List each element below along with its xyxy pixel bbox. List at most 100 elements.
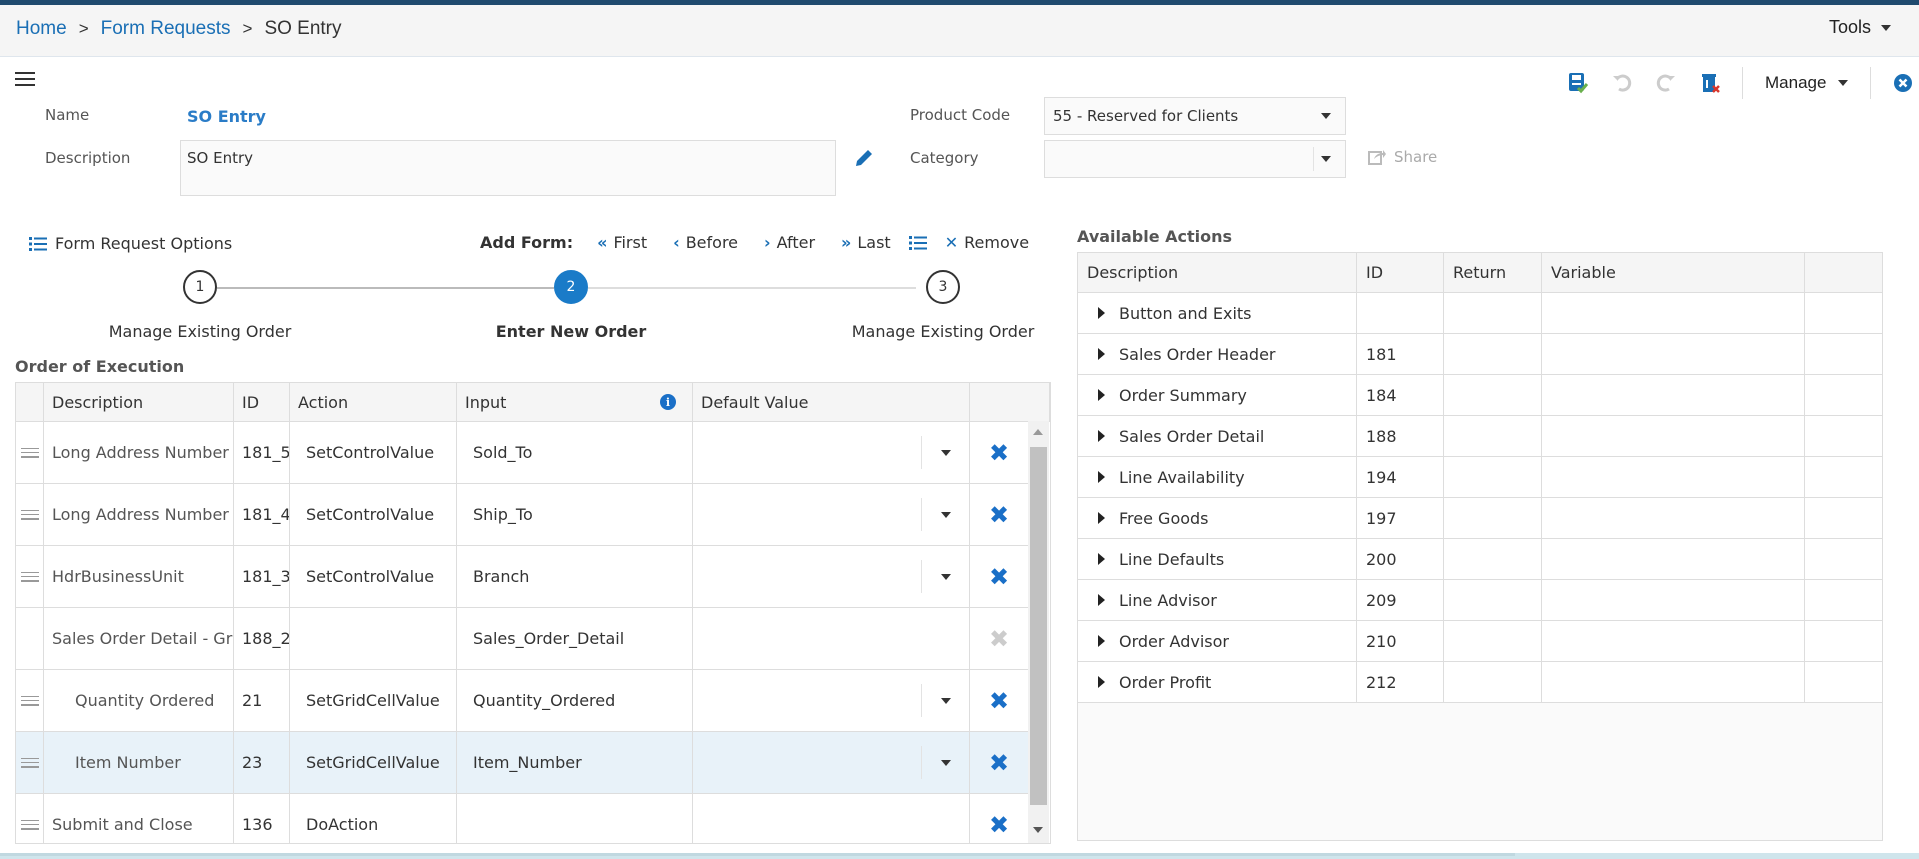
expand-triangle-icon[interactable] <box>1098 348 1105 360</box>
expand-triangle-icon[interactable] <box>1098 676 1105 688</box>
table-row[interactable]: Button and Exits <box>1078 293 1882 334</box>
table-row[interactable]: Long Address Number S181_51SetControlVal… <box>16 422 1028 484</box>
table-row[interactable]: Sales Order Detail - Grid188_20 Sales_Ord… <box>16 608 1028 670</box>
delete-row-icon[interactable]: ✖ <box>989 441 1009 465</box>
add-before-button[interactable]: ‹ Before <box>673 233 738 252</box>
table-row[interactable]: Free Goods 197 <box>1078 498 1882 539</box>
column-header-description[interactable]: Description <box>44 383 234 421</box>
default-value-cell[interactable] <box>693 484 970 545</box>
drag-handle-icon[interactable] <box>20 509 39 520</box>
drag-handle-icon[interactable] <box>20 447 39 458</box>
delete-row-icon[interactable]: ✖ <box>989 751 1009 775</box>
drag-handle-icon[interactable] <box>20 571 39 582</box>
default-value-cell[interactable] <box>693 608 970 669</box>
table-row[interactable]: HdrBusinessUnit181_35SetControlValue Bran… <box>16 546 1028 608</box>
table-row[interactable]: Submit and Close 136 DoAction ✖ <box>16 794 1028 843</box>
column-header-id[interactable]: ID <box>234 383 290 421</box>
scroll-thumb[interactable] <box>1030 447 1047 805</box>
input-cell[interactable]: Branch <box>457 546 693 607</box>
share-label: Share <box>1394 148 1438 166</box>
table-row[interactable]: Line Availability 194 <box>1078 457 1882 498</box>
delete-icon[interactable] <box>1698 71 1722 95</box>
hamburger-menu-icon[interactable] <box>15 72 35 86</box>
column-header-input[interactable]: Input i <box>457 383 693 421</box>
manage-menu-button[interactable]: Manage <box>1753 73 1860 93</box>
column-header-default-value[interactable]: Default Value <box>693 383 970 421</box>
default-value-cell[interactable] <box>693 546 970 607</box>
input-cell[interactable] <box>457 794 693 843</box>
column-header-id[interactable]: ID <box>1357 253 1444 292</box>
input-cell[interactable]: Quantity_Ordered <box>457 670 693 731</box>
drag-handle-icon[interactable] <box>20 757 39 768</box>
breadcrumb-form-requests[interactable]: Form Requests <box>101 18 231 40</box>
default-value-cell[interactable] <box>693 732 970 793</box>
expand-triangle-icon[interactable] <box>1098 635 1105 647</box>
default-value-dropdown[interactable] <box>921 684 969 717</box>
edit-pencil-icon[interactable] <box>852 146 876 174</box>
undo-icon[interactable] <box>1610 71 1634 95</box>
table-row[interactable]: Order Profit 212 <box>1078 662 1882 703</box>
delete-row-icon[interactable]: ✖ <box>989 503 1009 527</box>
add-last-button[interactable]: » Last <box>841 233 891 252</box>
column-header-return[interactable]: Return <box>1444 253 1542 292</box>
step-1[interactable]: 1 <box>183 270 217 304</box>
step-2[interactable]: 2 <box>554 270 588 304</box>
column-header-variable[interactable]: Variable <box>1542 253 1805 292</box>
delete-row-icon[interactable]: ✖ <box>989 813 1009 837</box>
add-after-button[interactable]: › After <box>764 233 815 252</box>
share-button[interactable]: Share <box>1368 148 1437 166</box>
default-value-cell[interactable] <box>693 794 970 843</box>
table-row[interactable]: Line Advisor 209 <box>1078 580 1882 621</box>
info-icon[interactable]: i <box>660 394 676 410</box>
input-cell[interactable]: Sold_To <box>457 422 693 483</box>
expand-triangle-icon[interactable] <box>1098 594 1105 606</box>
redo-icon[interactable] <box>1654 71 1678 95</box>
scroll-down-arrow[interactable] <box>1033 827 1043 833</box>
save-icon[interactable] <box>1566 71 1590 95</box>
default-value-dropdown[interactable] <box>921 746 969 779</box>
table-row[interactable]: Order Advisor 210 <box>1078 621 1882 662</box>
step-3[interactable]: 3 <box>926 270 960 304</box>
column-header-action[interactable]: Action <box>290 383 457 421</box>
expand-triangle-icon[interactable] <box>1098 512 1105 524</box>
form-list-button[interactable] <box>908 235 927 250</box>
column-header-description[interactable]: Description <box>1078 253 1357 292</box>
form-request-options-button[interactable]: Form Request Options <box>29 234 232 253</box>
expand-triangle-icon[interactable] <box>1098 430 1105 442</box>
drag-handle-icon[interactable] <box>20 695 39 706</box>
expand-triangle-icon[interactable] <box>1098 389 1105 401</box>
close-circle-icon[interactable] <box>1891 71 1915 95</box>
horizontal-scroll-thumb[interactable] <box>0 853 1515 856</box>
horizontal-scrollbar[interactable] <box>0 853 1919 859</box>
table-row[interactable]: Long Address Number S181_48SetControlVal… <box>16 484 1028 546</box>
table-row[interactable]: Line Defaults 200 <box>1078 539 1882 580</box>
delete-row-icon[interactable]: ✖ <box>989 565 1009 589</box>
table-row[interactable]: Order Summary 184 <box>1078 375 1882 416</box>
expand-triangle-icon[interactable] <box>1098 553 1105 565</box>
scroll-up-arrow[interactable] <box>1033 429 1043 435</box>
input-cell[interactable]: Ship_To <box>457 484 693 545</box>
table-row[interactable]: Item Number 23 SetGridCellValue Item_Number… <box>16 732 1028 794</box>
category-select[interactable] <box>1044 140 1346 178</box>
input-cell[interactable]: Item_Number <box>457 732 693 793</box>
table-row[interactable]: Sales Order Header 181 <box>1078 334 1882 375</box>
table-row[interactable]: Quantity Ordered 21 SetGridCellValue Quanti… <box>16 670 1028 732</box>
vertical-scrollbar[interactable] <box>1028 421 1049 843</box>
description-field[interactable]: SO Entry <box>180 140 836 196</box>
tools-menu-button[interactable]: Tools <box>1829 17 1892 38</box>
breadcrumb-home[interactable]: Home <box>16 18 67 40</box>
product-code-select[interactable]: 55 - Reserved for Clients <box>1044 97 1346 135</box>
delete-row-icon[interactable]: ✖ <box>989 689 1009 713</box>
input-cell[interactable]: Sales_Order_Detail <box>457 608 693 669</box>
table-row[interactable]: Sales Order Detail 188 <box>1078 416 1882 457</box>
default-value-cell[interactable] <box>693 670 970 731</box>
drag-handle-icon[interactable] <box>20 819 39 830</box>
add-first-button[interactable]: « First <box>597 233 647 252</box>
expand-triangle-icon[interactable] <box>1098 307 1105 319</box>
default-value-dropdown[interactable] <box>921 498 969 531</box>
default-value-dropdown[interactable] <box>921 560 969 593</box>
default-value-dropdown[interactable] <box>921 436 969 469</box>
remove-form-button[interactable]: ✕ Remove <box>945 233 1029 252</box>
expand-triangle-icon[interactable] <box>1098 471 1105 483</box>
default-value-cell[interactable] <box>693 422 970 483</box>
